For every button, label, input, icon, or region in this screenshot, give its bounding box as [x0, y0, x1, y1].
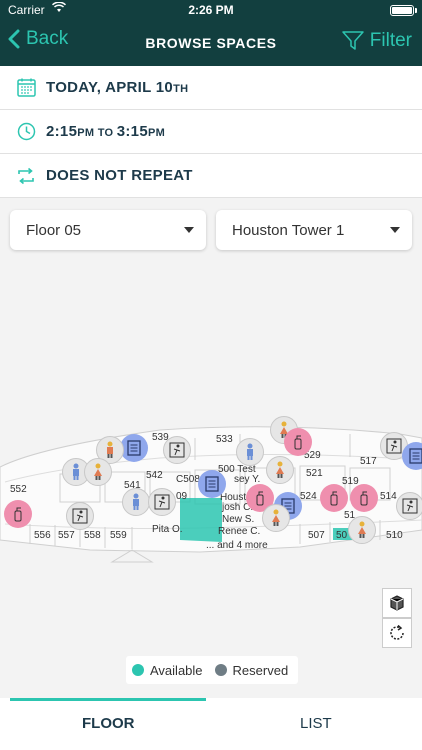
fire-extinguisher-pin-icon[interactable]: [320, 484, 348, 512]
floor-map[interactable]: 533 539 517 542 C508 500 Test 529 521 51…: [0, 262, 422, 698]
room-label: 517: [360, 456, 377, 467]
room-label: ... and 4 more: [206, 540, 268, 551]
room-label: 507: [308, 530, 325, 541]
battery-icon: [390, 5, 414, 16]
status-bar: Carrier 2:26 PM: [0, 0, 422, 20]
legend-available-label: Available: [150, 662, 203, 678]
map-legend: Available Reserved: [126, 656, 298, 684]
person-pin-icon[interactable]: [84, 458, 112, 486]
exit-pin-icon[interactable]: [66, 502, 94, 530]
exit-pin-icon[interactable]: [163, 436, 191, 464]
repeat-icon: [16, 166, 36, 186]
available-dot: [132, 664, 144, 676]
time-row[interactable]: 2:15PM TO 3:15PM: [0, 110, 422, 154]
floor-select-value: Floor 05: [26, 221, 82, 239]
exit-pin-icon[interactable]: [148, 488, 176, 516]
room-label: 521: [306, 468, 323, 479]
whiteboard-pin-icon[interactable]: [402, 442, 422, 470]
building-select[interactable]: Houston Tower 1: [216, 210, 412, 250]
view-3d-button[interactable]: [382, 588, 412, 618]
clock-icon: [16, 122, 36, 142]
tab-indicator: [10, 698, 206, 701]
person-pin-icon[interactable]: [122, 488, 150, 516]
fire-extinguisher-pin-icon[interactable]: [284, 428, 312, 456]
tab-list[interactable]: LIST: [300, 715, 332, 732]
date-text: TODAY, APRIL 10TH: [46, 79, 189, 96]
room-label: C508: [176, 474, 200, 485]
exit-pin-icon[interactable]: [396, 492, 422, 520]
caret-down-icon: [184, 227, 194, 233]
building-select-value: Houston Tower 1: [232, 221, 345, 239]
room-label: 552: [10, 484, 27, 495]
repeat-row[interactable]: DOES NOT REPEAT: [0, 154, 422, 198]
tab-bar: FLOOR LIST: [0, 698, 422, 750]
rotate-icon: [390, 624, 404, 640]
room-label: 557: [58, 530, 75, 541]
room-label: 542: [146, 470, 163, 481]
room-label: 510: [386, 530, 403, 541]
room-label: 524: [300, 491, 317, 502]
room-label: 559: [110, 530, 127, 541]
person-pin-icon[interactable]: [262, 504, 290, 532]
room-label: 09: [176, 491, 188, 502]
clock: 2:26 PM: [188, 3, 234, 17]
room-label: 50: [336, 530, 348, 541]
room-label: New S.: [222, 514, 255, 525]
fire-extinguisher-pin-icon[interactable]: [4, 500, 32, 528]
filter-dropdowns: Floor 05 Houston Tower 1: [0, 200, 422, 262]
repeat-text: DOES NOT REPEAT: [46, 167, 193, 184]
caret-down-icon: [390, 227, 400, 233]
calendar-icon: [16, 78, 36, 98]
filter-icon: [342, 31, 364, 50]
nav-bar: Back BROWSE SPACES Filter: [0, 20, 422, 66]
battery-tip: [415, 8, 417, 13]
floor-select[interactable]: Floor 05: [10, 210, 206, 250]
person-pin-icon[interactable]: [236, 438, 264, 466]
room-label: Renee C.: [218, 526, 261, 537]
fire-extinguisher-pin-icon[interactable]: [350, 484, 378, 512]
room-label: 533: [216, 434, 233, 445]
person-pin-icon[interactable]: [266, 456, 294, 484]
room-label: 556: [34, 530, 51, 541]
whiteboard-pin-icon[interactable]: [120, 434, 148, 462]
room-label: 558: [84, 530, 101, 541]
time-range-text: 2:15PM TO 3:15PM: [46, 123, 166, 140]
room-label: Pita O.: [152, 524, 183, 535]
reserved-dot: [214, 664, 227, 676]
rotate-button[interactable]: [382, 618, 412, 648]
tab-floor[interactable]: FLOOR: [82, 715, 135, 732]
filter-button[interactable]: Filter: [342, 30, 412, 52]
filter-label: Filter: [369, 30, 412, 51]
legend-reserved-label: Reserved: [232, 662, 289, 678]
date-row[interactable]: TODAY, APRIL 10TH: [0, 66, 422, 110]
person-pin-icon[interactable]: [348, 516, 376, 544]
room-label: 514: [380, 491, 397, 502]
cube-icon: [390, 595, 404, 611]
whiteboard-pin-icon[interactable]: [198, 470, 226, 498]
